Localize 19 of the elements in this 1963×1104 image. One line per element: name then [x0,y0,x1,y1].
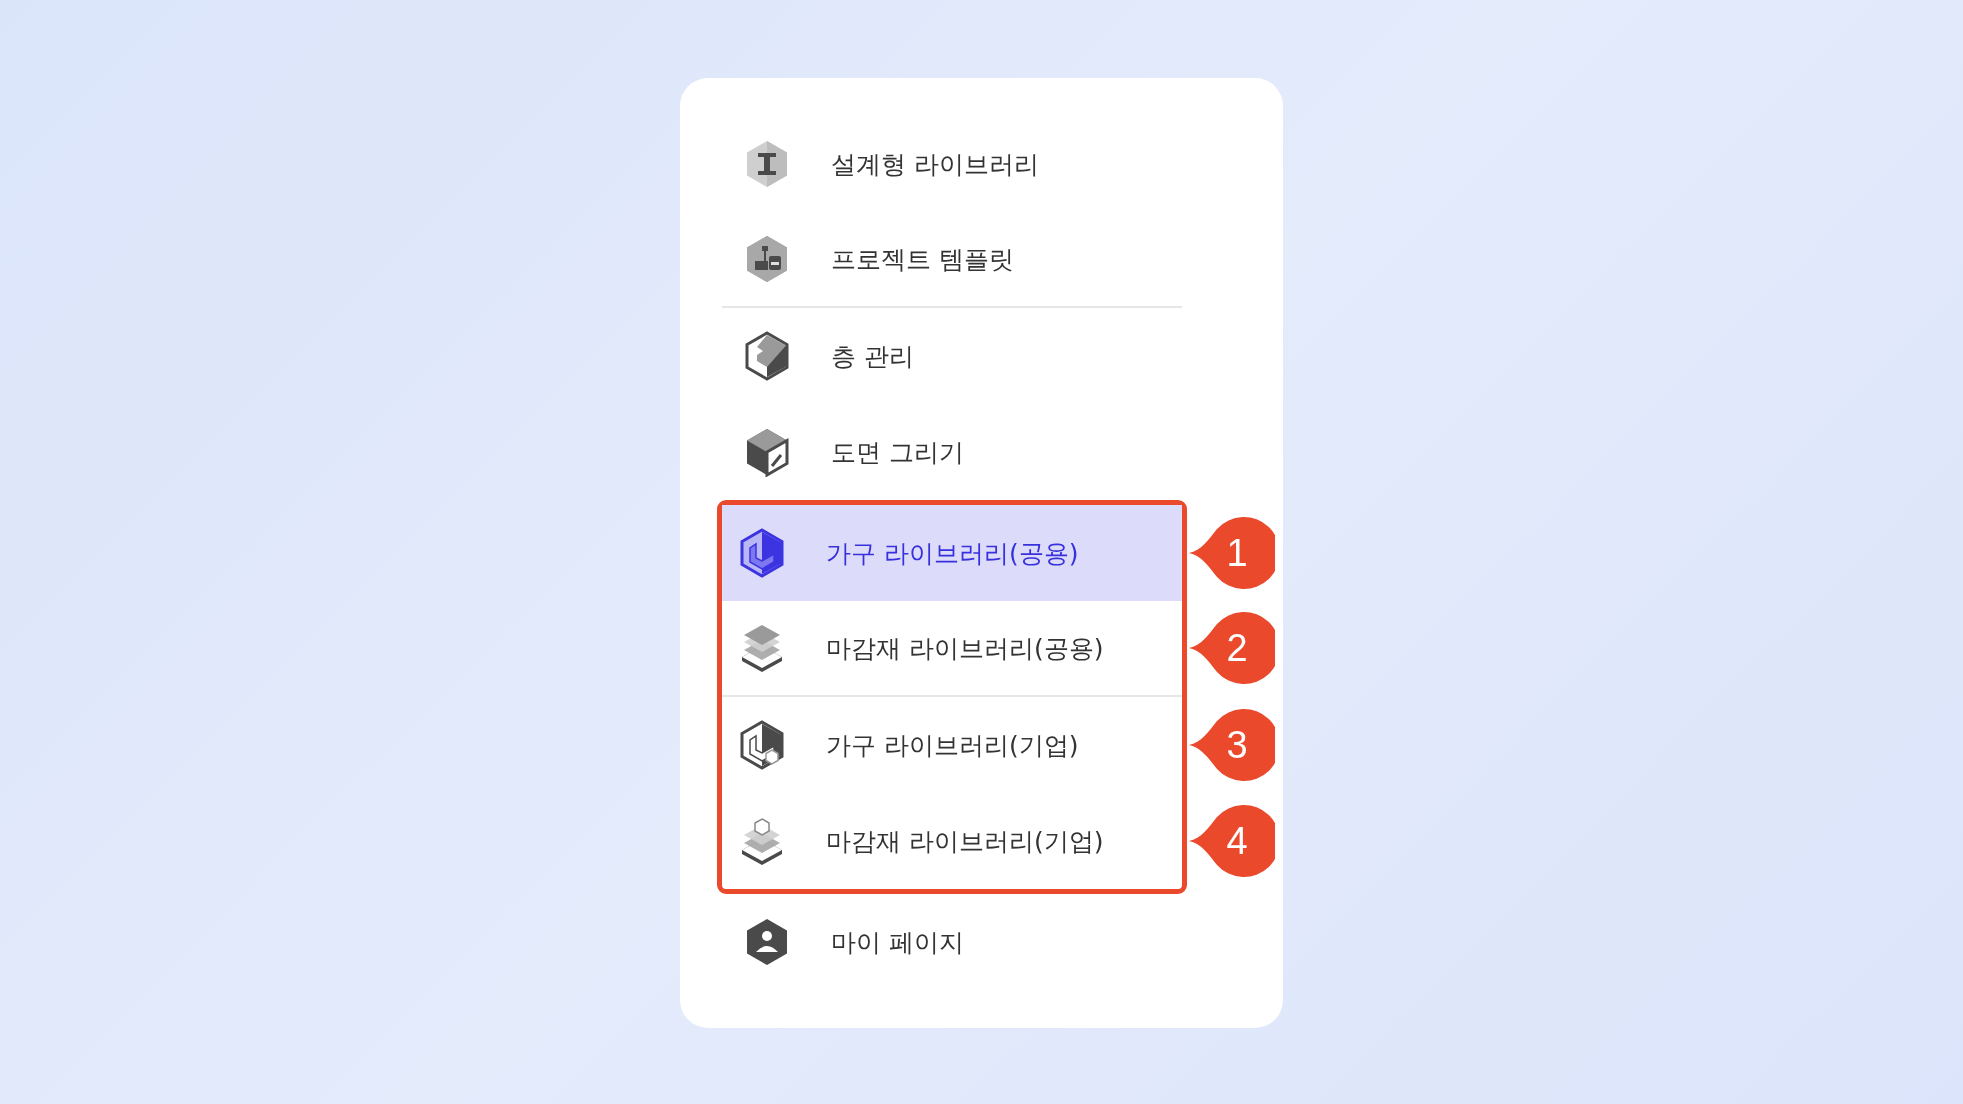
menu-item-label: 프로젝트 템플릿 [831,243,1014,276]
stairs-icon [743,331,791,381]
menu-item[interactable]: 마이 페이지 [722,894,1182,990]
menu-item-label: 마감재 라이브러리(기업) [826,825,1104,858]
menu-item-label: 가구 라이브러리(기업) [826,729,1079,762]
callout-badge: 2 [1187,610,1275,686]
menu-item-label: 설계형 라이브러리 [831,148,1039,181]
callout-badge: 4 [1187,803,1275,879]
menu-item-label: 마이 페이지 [831,926,964,959]
menu-item[interactable]: 도면 그리기 [722,404,1182,500]
menu-item[interactable]: 설계형 라이브러리 [722,116,1182,212]
menu-item[interactable]: 프로젝트 템플릿 [722,212,1182,308]
menu-item[interactable]: 층 관리 [722,308,1182,404]
callout-badge: 3 [1187,707,1275,783]
menu-item-label: 가구 라이브러리(공용) [826,537,1079,570]
callout-badge: 1 [1187,515,1275,591]
menu-item-label: 층 관리 [831,340,914,373]
menu-item-label: 도면 그리기 [831,436,964,469]
menu-item-label: 마감재 라이브러리(공용) [826,632,1104,665]
